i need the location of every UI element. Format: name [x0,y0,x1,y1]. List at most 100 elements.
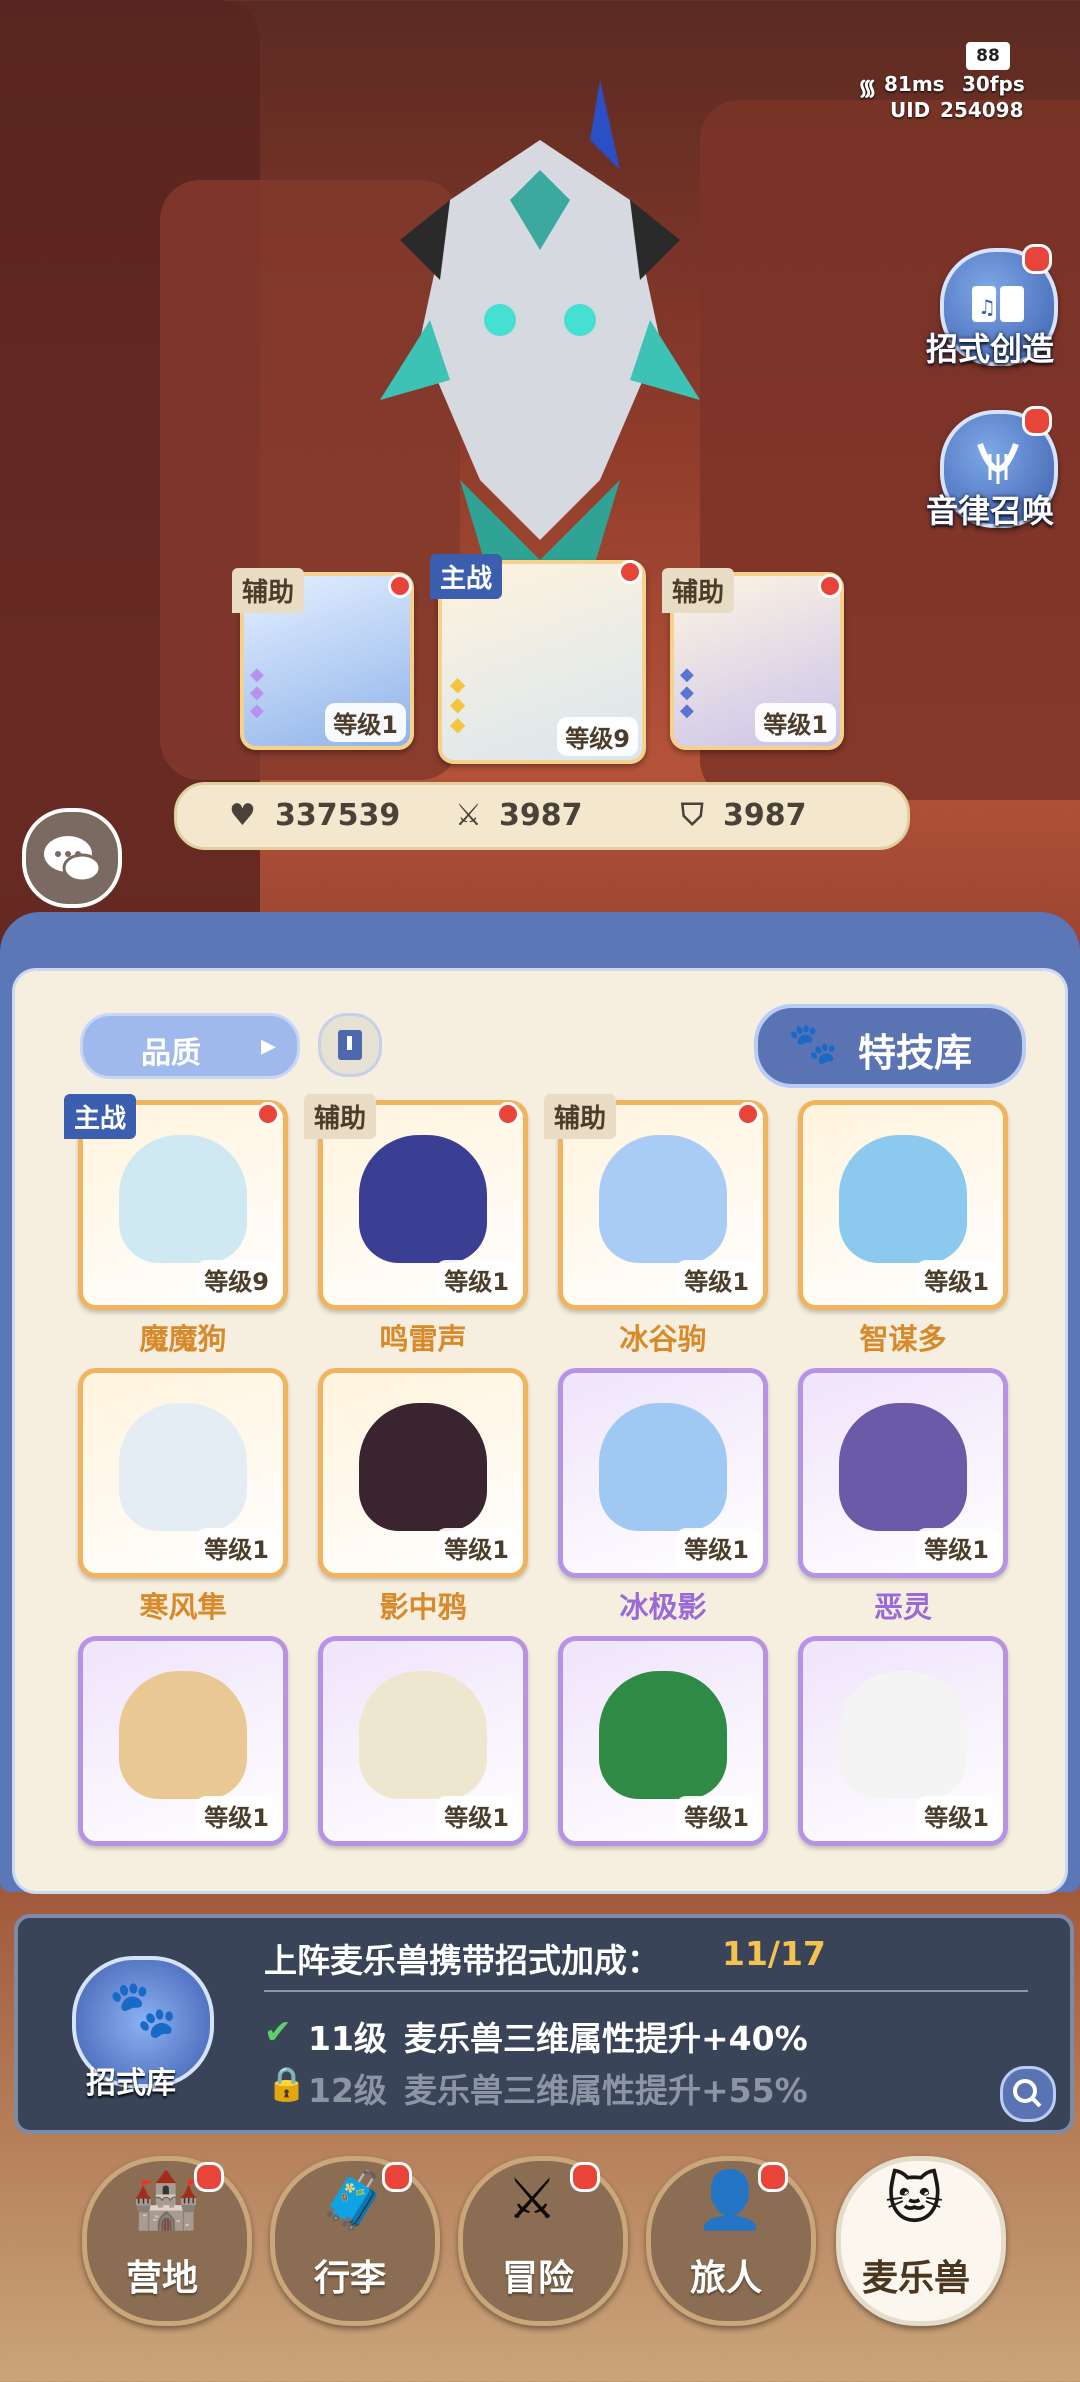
pet-name: 冰极影 [619,1590,707,1624]
notification-dot [736,1102,760,1126]
bonus-row-level: 12级 [308,2071,387,2110]
pet-portrait [839,1671,967,1799]
magnifier-icon [1013,2079,1042,2108]
defense-value: 3987 [723,798,807,833]
pet-card[interactable]: 等级1 [78,1368,288,1578]
pet-portrait [359,1135,487,1263]
pet-portrait [839,1135,967,1263]
uid-value: 254098 [940,98,1024,122]
filter-label: 品质 [141,1036,201,1071]
notification-dot [758,2162,788,2192]
notification-dot [496,1102,520,1126]
nav-label: 冒险 [501,2258,574,2299]
shield-icon: ⛉ [681,798,704,833]
bonus-row-text: 麦乐兽三维属性提升+40% [404,2019,808,2058]
pet-card[interactable]: 等级1 [558,1636,768,1846]
fps-text: 30fps [962,72,1025,96]
rhythm-summon-label: 音律召唤 [926,492,1055,530]
quality-filter-dropdown[interactable]: 品质 ▸ [80,1013,300,1079]
ping-text: 81ms [884,72,945,96]
level-label: 等级1 [325,703,406,742]
role-badge: 辅助 [232,568,305,613]
pet-portrait [359,1671,487,1799]
level-label: 等级1 [755,703,836,742]
pet-portrait [359,1403,487,1531]
handbook-button[interactable] [318,1013,382,1077]
castle-icon: 🏰 [131,2168,201,2233]
pet-name: 寒风隼 [139,1590,227,1624]
move-create-label: 招式创造 [926,330,1055,368]
crossed-swords-icon: ⚔ [507,2167,558,2232]
crossed-swords-icon: ⚔ [455,798,482,833]
battery-indicator: 88 [966,42,1010,70]
role-badge: 主战 [430,554,503,599]
level-label: 等级1 [436,1796,517,1835]
level-label: 等级1 [916,1528,997,1567]
paw-icon: 🐾 [788,1021,838,1067]
star-rating: ◆ ◆ ◆ [680,664,694,721]
level-label: 等级1 [196,1796,277,1835]
notification-dot [570,2162,600,2192]
notification-dot [1022,244,1052,274]
checkmark-icon: ✔ [264,2012,292,2051]
pet-portrait [599,1671,727,1799]
svg-text:♫: ♫ [978,295,996,319]
notification-dot [1022,406,1052,436]
attack-value: 3987 [499,798,583,833]
pet-portrait [599,1403,727,1531]
hero-pet-model [380,20,700,580]
level-label: 等级1 [916,1796,997,1835]
nav-tab[interactable]: 🐱 麦乐兽 [836,2156,1006,2326]
nav-tab[interactable]: 🧳 行李 [270,2156,440,2326]
notification-dot [388,574,412,598]
role-badge: 辅助 [662,568,735,613]
notification-dot [194,2162,224,2192]
role-badge: 主战 [64,1094,137,1139]
skill-library-label: 特技库 [858,1031,973,1075]
paw-icon: 🐾 [108,1977,178,2042]
notification-dot [818,574,842,598]
zoom-button[interactable] [1000,2066,1056,2122]
bonus-title: 上阵麦乐兽携带招式加成： [264,1941,660,1980]
pet-name: 智谋多 [859,1322,947,1356]
pet-card[interactable]: 等级1 [318,1368,528,1578]
star-rating: ◆ ◆ ◆ [450,672,466,736]
nav-tab[interactable]: 👤 旅人 [646,2156,816,2326]
notification-dot [256,1102,280,1126]
level-label: 等级1 [436,1528,517,1567]
level-label: 等级1 [676,1260,757,1299]
role-badge: 辅助 [304,1094,377,1139]
team-stats-bar: ♥ 337539 ⚔ 3987 ⛉ 3987 [174,782,910,850]
nav-label: 旅人 [689,2258,762,2299]
level-label: 等级9 [196,1260,277,1299]
skill-library-button[interactable]: 🐾 特技库 [754,1004,1026,1088]
nav-label: 行李 [313,2258,386,2299]
star-rating: ◆ ◆ ◆ [250,664,264,721]
wifi-icon: ᯾ [858,76,877,101]
pet-card[interactable]: 等级1 [318,1636,528,1846]
bonus-row-level: 11级 [308,2019,387,2058]
heart-icon: ♥ [229,798,256,833]
divider [264,1990,1028,1992]
chat-icon [44,836,102,883]
pet-portrait [839,1403,967,1531]
nav-tab[interactable]: 🏰 营地 [82,2156,252,2326]
pet-portrait [599,1135,727,1263]
nav-tab[interactable]: ⚔ 冒险 [458,2156,628,2326]
level-label: 等级1 [916,1260,997,1299]
chat-button[interactable] [22,808,122,908]
pet-name: 影中鸦 [379,1590,467,1624]
level-label: 等级1 [436,1260,517,1299]
nav-label: 麦乐兽 [861,2258,970,2299]
role-badge: 辅助 [544,1094,617,1139]
level-label: 等级9 [557,717,638,756]
pet-name: 魔魔狗 [139,1322,227,1356]
pet-portrait [119,1671,247,1799]
pet-card[interactable]: 等级1 [798,1100,1008,1310]
level-label: 等级1 [676,1528,757,1567]
pet-card[interactable]: 等级1 [78,1636,288,1846]
pet-card[interactable]: 等级1 [798,1636,1008,1846]
level-label: 等级1 [196,1528,277,1567]
pet-card[interactable]: 等级1 [558,1368,768,1578]
pet-card[interactable]: 等级1 [798,1368,1008,1578]
